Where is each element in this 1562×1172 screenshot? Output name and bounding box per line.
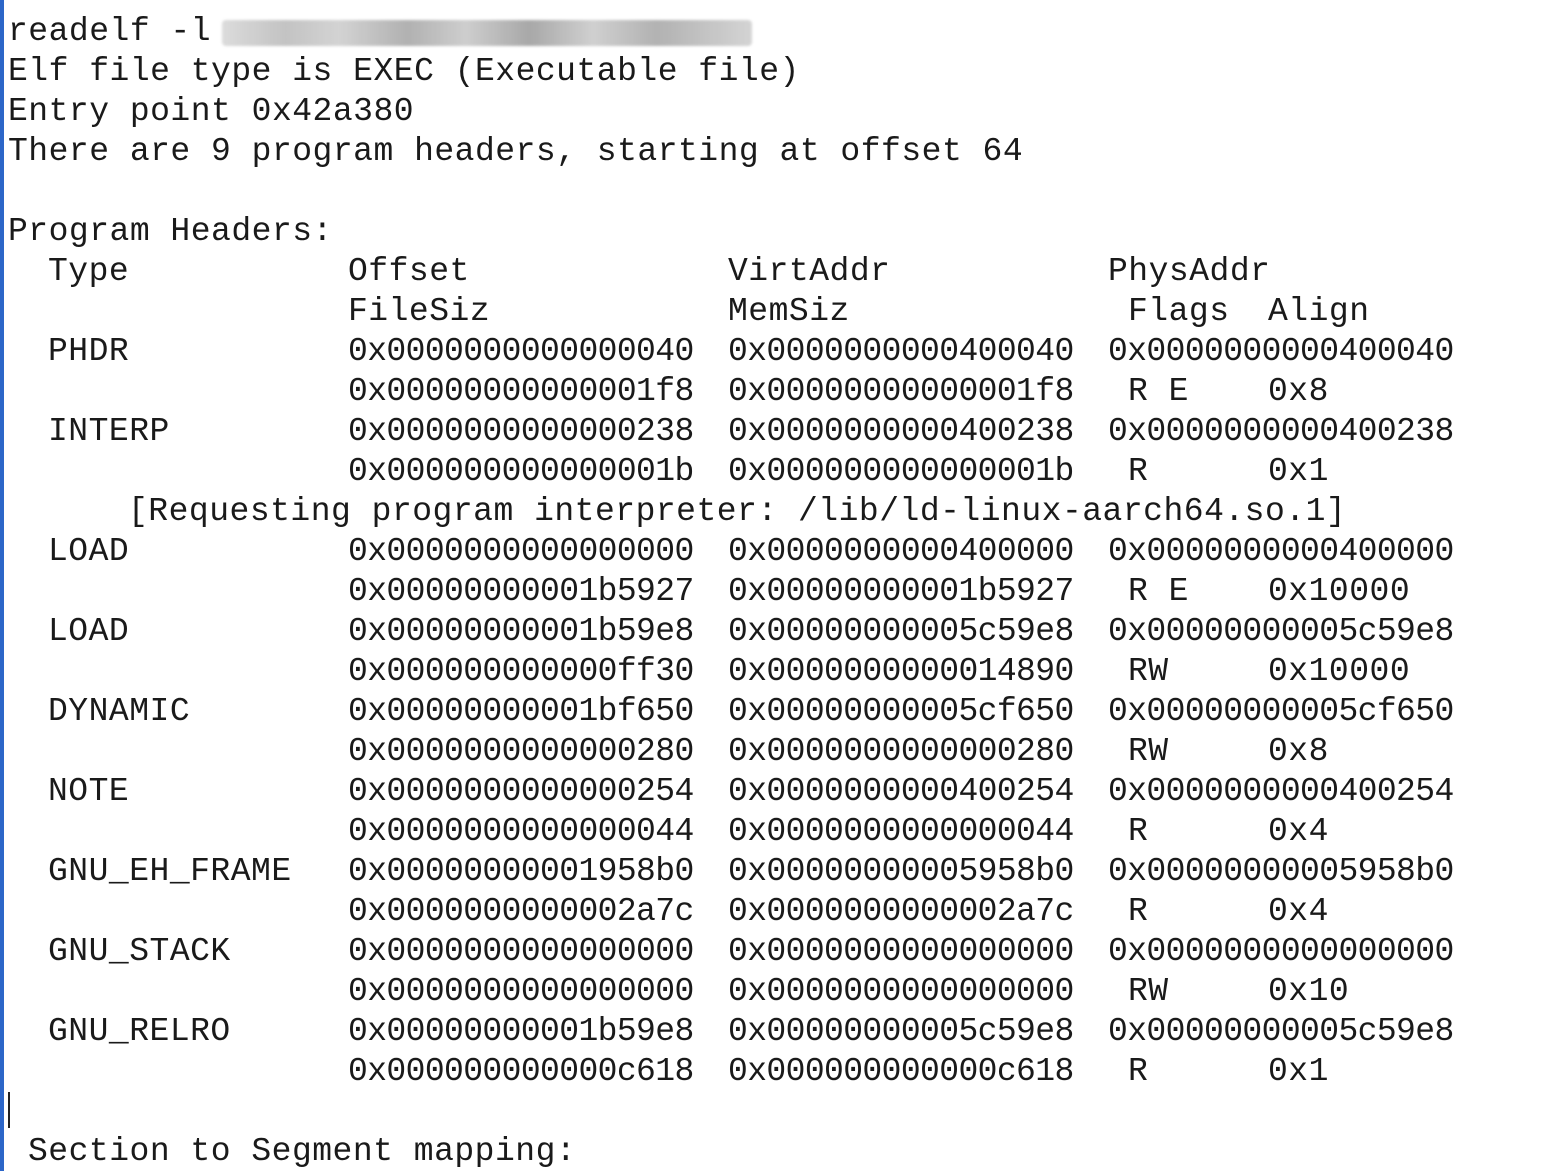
header-memsiz: 0x0000000000014890 [728, 653, 1074, 690]
header-physaddr: 0x00000000005cf650 [1108, 693, 1454, 730]
header-memsiz: 0x000000000000c618 [728, 1053, 1074, 1090]
header-filesiz: 0x0000000000002a7c [348, 893, 694, 930]
header-memsiz: 0x00000000001b5927 [728, 573, 1074, 610]
header-physaddr: 0x00000000005958b0 [1108, 853, 1454, 890]
header-virtaddr: 0x00000000005958b0 [728, 853, 1074, 890]
header-flags: R [1128, 813, 1149, 850]
header-count-line: There are 9 program headers, starting at… [8, 133, 1024, 170]
header-align: 0x8 [1268, 733, 1329, 770]
header-physaddr: 0x00000000005c59e8 [1108, 613, 1454, 650]
header-align: 0x10 [1268, 973, 1350, 1010]
header-type: GNU_RELRO [48, 1013, 231, 1050]
header-align: 0x10000 [1268, 573, 1411, 610]
header-align: 0x4 [1268, 813, 1329, 850]
header-memsiz: 0x000000000000001b [728, 453, 1074, 490]
header-physaddr: 0x0000000000400254 [1108, 773, 1454, 810]
header-type: DYNAMIC [48, 693, 191, 730]
header-offset: 0x0000000000000040 [348, 333, 694, 370]
header-physaddr: 0x0000000000400238 [1108, 413, 1454, 450]
header-virtaddr: 0x0000000000400040 [728, 333, 1074, 370]
header-offset: 0x0000000000000254 [348, 773, 694, 810]
header-offset: 0x00000000001958b0 [348, 853, 694, 890]
header-physaddr: 0x00000000005c59e8 [1108, 1013, 1454, 1050]
section-mapping-title: Section to Segment mapping: [28, 1133, 577, 1170]
header-flags: RW [1128, 973, 1169, 1010]
header-offset: 0x0000000000000000 [348, 533, 694, 570]
header-offset: 0x0000000000000238 [348, 413, 694, 450]
header-offset: 0x0000000000000000 [348, 933, 694, 970]
text-cursor [8, 1092, 10, 1128]
header-align: 0x10000 [1268, 653, 1411, 690]
header-filesiz: 0x0000000000000000 [348, 973, 694, 1010]
header-virtaddr: 0x0000000000400000 [728, 533, 1074, 570]
header-type: LOAD [48, 613, 130, 650]
header-align: 0x8 [1268, 373, 1329, 410]
header-memsiz: 0x0000000000000280 [728, 733, 1074, 770]
entry-point-line: Entry point 0x42a380 [8, 93, 415, 130]
header-flags: RW [1128, 653, 1169, 690]
header-flags: R E [1128, 573, 1189, 610]
col-align: Align [1268, 293, 1370, 330]
redacted-filename [222, 20, 752, 46]
header-filesiz: 0x000000000000ff30 [348, 653, 694, 690]
header-offset: 0x00000000001b59e8 [348, 1013, 694, 1050]
header-offset: 0x00000000001b59e8 [348, 613, 694, 650]
terminal-output[interactable]: readelf -l Elf file type is EXEC (Execut… [0, 0, 1562, 1171]
header-physaddr: 0x0000000000400000 [1108, 533, 1454, 570]
header-physaddr: 0x0000000000000000 [1108, 933, 1454, 970]
header-virtaddr: 0x00000000005c59e8 [728, 1013, 1074, 1050]
header-memsiz: 0x0000000000000000 [728, 973, 1074, 1010]
header-flags: R E [1128, 373, 1189, 410]
header-virtaddr: 0x0000000000400254 [728, 773, 1074, 810]
program-headers-title: Program Headers: [8, 213, 333, 250]
col-virtaddr: VirtAddr [728, 253, 891, 290]
header-memsiz: 0x00000000000001f8 [728, 373, 1074, 410]
col-type: Type [48, 253, 130, 290]
header-type: PHDR [48, 333, 130, 370]
elf-type-line: Elf file type is EXEC (Executable file) [8, 53, 800, 90]
header-align: 0x1 [1268, 453, 1329, 490]
header-offset: 0x00000000001bf650 [348, 693, 694, 730]
header-flags: R [1128, 453, 1149, 490]
col-physaddr: PhysAddr [1108, 253, 1271, 290]
header-virtaddr: 0x00000000005cf650 [728, 693, 1074, 730]
col-offset: Offset [348, 253, 470, 290]
header-align: 0x1 [1268, 1053, 1329, 1090]
header-memsiz: 0x0000000000002a7c [728, 893, 1074, 930]
header-flags: R [1128, 1053, 1149, 1090]
header-flags: R [1128, 893, 1149, 930]
col-filesiz: FileSiz [348, 293, 491, 330]
header-physaddr: 0x0000000000400040 [1108, 333, 1454, 370]
header-virtaddr: 0x0000000000000000 [728, 933, 1074, 970]
header-filesiz: 0x000000000000c618 [348, 1053, 694, 1090]
col-flags: Flags [1128, 293, 1230, 330]
header-type: NOTE [48, 773, 130, 810]
header-memsiz: 0x0000000000000044 [728, 813, 1074, 850]
header-type: INTERP [48, 413, 170, 450]
header-filesiz: 0x0000000000000280 [348, 733, 694, 770]
header-flags: RW [1128, 733, 1169, 770]
command-line: readelf -l [8, 13, 212, 50]
header-virtaddr: 0x0000000000400238 [728, 413, 1074, 450]
header-type: GNU_STACK [48, 933, 231, 970]
header-align: 0x4 [1268, 893, 1329, 930]
header-filesiz: 0x00000000001b5927 [348, 573, 694, 610]
header-type: LOAD [48, 533, 130, 570]
header-filesiz: 0x000000000000001b [348, 453, 694, 490]
header-filesiz: 0x00000000000001f8 [348, 373, 694, 410]
header-virtaddr: 0x00000000005c59e8 [728, 613, 1074, 650]
interpreter-note: [Requesting program interpreter: /lib/ld… [128, 493, 1347, 530]
col-memsiz: MemSiz [728, 293, 850, 330]
header-filesiz: 0x0000000000000044 [348, 813, 694, 850]
header-type: GNU_EH_FRAME [48, 853, 292, 890]
